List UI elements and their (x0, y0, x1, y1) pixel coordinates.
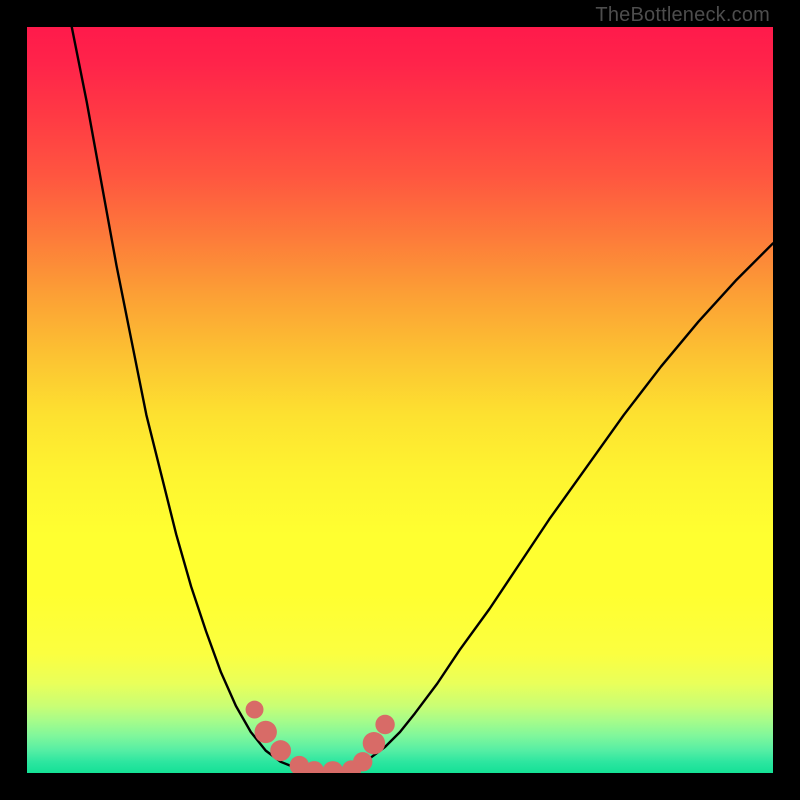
attribution-text: TheBottleneck.com (595, 4, 770, 27)
chart-frame: TheBottleneck.com (0, 0, 800, 800)
bottleneck-chart (27, 27, 773, 773)
plot-area (27, 27, 773, 773)
